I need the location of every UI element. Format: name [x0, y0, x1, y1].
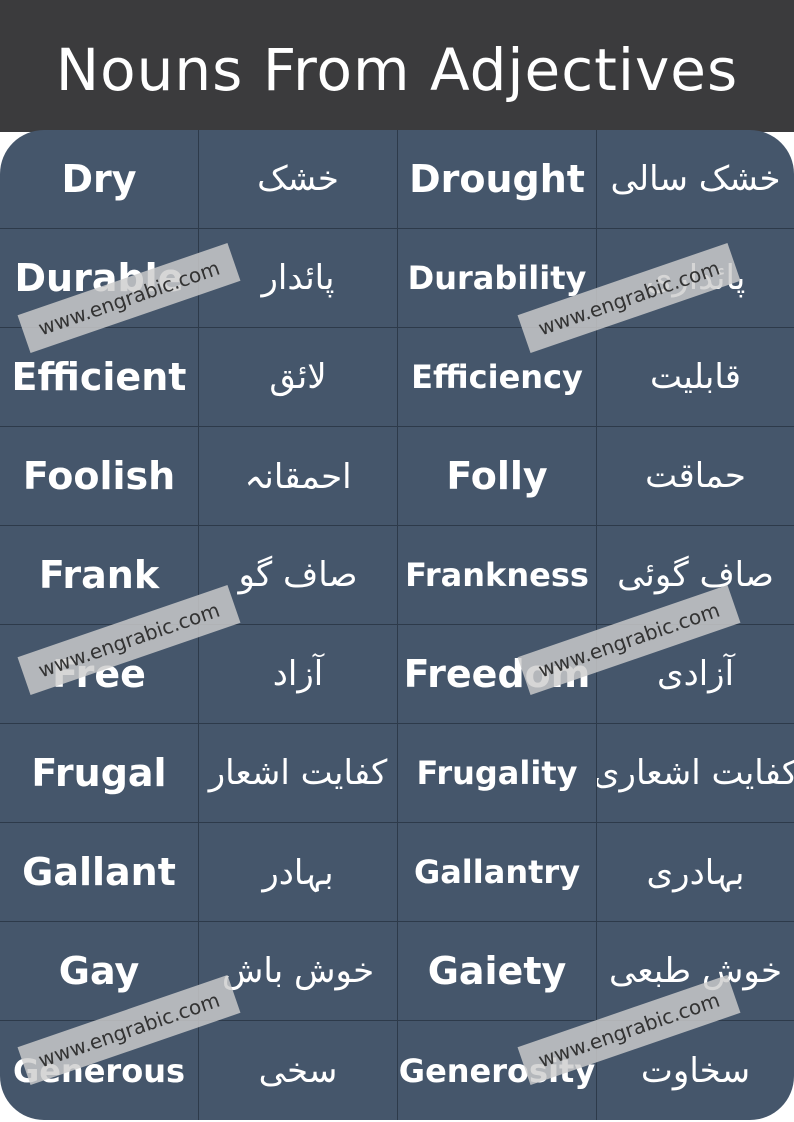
noun-urdu-cell: قابلیت [597, 328, 794, 427]
header-bar: Nouns From Adjectives [0, 0, 794, 132]
adjective-urdu-cell: سخی [199, 1021, 398, 1120]
adjective-urdu-cell: احمقانہ [199, 427, 398, 526]
noun-cell: Drought [398, 130, 597, 229]
noun-cell: Gaiety [398, 922, 597, 1021]
adjective-cell: Frugal [0, 724, 199, 823]
noun-cell: Frankness [398, 526, 597, 625]
noun-urdu-cell: حماقت [597, 427, 794, 526]
adjective-urdu-cell: بہادر [199, 823, 398, 922]
adjective-urdu-cell: لائق [199, 328, 398, 427]
noun-cell: Gallantry [398, 823, 597, 922]
page-title: Nouns From Adjectives [55, 36, 739, 104]
adjective-urdu-cell: کفایت اشعار [199, 724, 398, 823]
adjective-cell: Dry [0, 130, 199, 229]
adjective-urdu-cell: آزاد [199, 625, 398, 724]
noun-cell: Frugality [398, 724, 597, 823]
noun-urdu-cell: خشک سالی [597, 130, 794, 229]
noun-cell: Efficiency [398, 328, 597, 427]
adjective-urdu-cell: خشک [199, 130, 398, 229]
adjective-cell: Foolish [0, 427, 199, 526]
adjective-cell: Gallant [0, 823, 199, 922]
noun-urdu-cell: بہادری [597, 823, 794, 922]
noun-cell: Folly [398, 427, 597, 526]
noun-urdu-cell: کفایت اشعاری [597, 724, 794, 823]
